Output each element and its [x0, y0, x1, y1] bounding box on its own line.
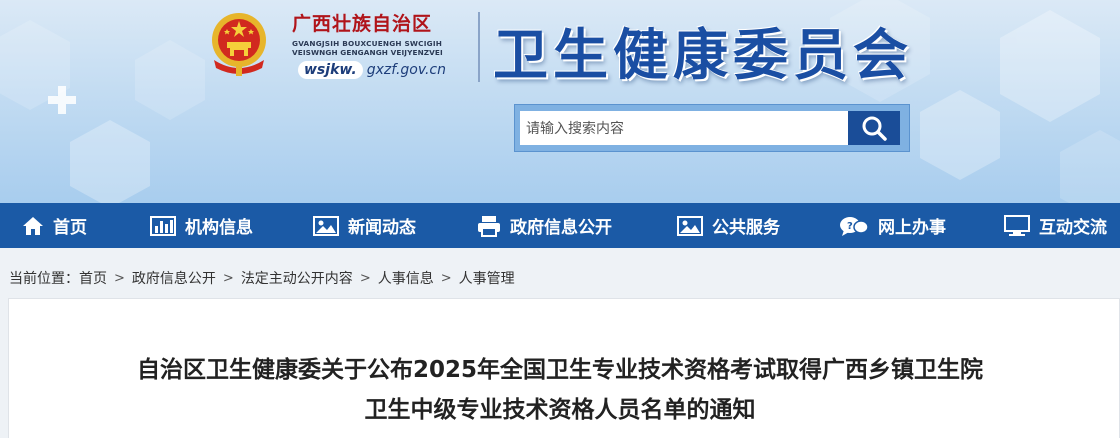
search-icon	[862, 116, 887, 141]
nav-item-online-affairs[interactable]: ? 网上办事	[839, 203, 946, 248]
image-icon	[313, 215, 339, 236]
breadcrumb-item-home[interactable]: 首页	[79, 268, 107, 288]
nav-label: 互动交流	[1039, 218, 1107, 238]
nav-label: 新闻动态	[348, 218, 416, 238]
nav-label: 政府信息公开	[510, 218, 612, 238]
monitor-icon	[1004, 214, 1030, 236]
breadcrumb-separator: >	[440, 270, 452, 286]
breadcrumb-item-personnel-mgmt[interactable]: 人事管理	[459, 268, 515, 288]
region-name-zhuang-line2: VEISWNGH GENGANGH VEIJYENZVEI	[292, 48, 443, 57]
nav-label: 公共服务	[712, 218, 780, 238]
search-button[interactable]	[848, 111, 900, 145]
header-banner: 广西壮族自治区 GVANGJSIH BOUXCUENGH SWCIGIH VEI…	[0, 0, 1120, 203]
article-title-line1: 自治区卫生健康委关于公布2025年全国卫生专业技术资格考试取得广西乡镇卫生院	[136, 357, 983, 383]
breadcrumb-item-gov-info[interactable]: 政府信息公开	[132, 268, 216, 288]
domain-prefix: wsjkw.	[298, 61, 363, 79]
article-title: 自治区卫生健康委关于公布2025年全国卫生专业技术资格考试取得广西乡镇卫生院 卫…	[0, 350, 1120, 430]
nav-item-home[interactable]: 首页	[22, 203, 87, 248]
search-input[interactable]	[520, 111, 850, 145]
breadcrumb-separator: >	[359, 270, 371, 286]
plus-cross-icon	[48, 86, 76, 114]
nav-item-news[interactable]: 新闻动态	[313, 203, 416, 248]
svg-text:?: ?	[847, 221, 853, 232]
bar-chart-icon	[150, 215, 176, 236]
breadcrumb-item-statutory[interactable]: 法定主动公开内容	[241, 268, 353, 288]
nav-item-public-service[interactable]: 公共服务	[677, 203, 780, 248]
page: 广西壮族自治区 GVANGJSIH BOUXCUENGH SWCIGIH VEI…	[0, 0, 1120, 438]
header-divider	[478, 12, 480, 82]
printer-icon	[478, 215, 500, 237]
region-name-zhuang-line1: GVANGJSIH BOUXCUENGH SWCIGIH	[292, 39, 443, 48]
region-name-cn: 广西壮族自治区	[292, 13, 433, 35]
main-nav: 首页 机构信息 新闻动态 政府信息公开 公共服务 ? 网上办事 互动交流	[0, 203, 1120, 248]
chat-bubbles-icon: ?	[840, 216, 869, 236]
nav-label: 网上办事	[878, 218, 946, 238]
breadcrumb: 当前位置： 首页 > 政府信息公开 > 法定主动公开内容 > 人事信息 > 人事…	[9, 268, 515, 288]
site-domain[interactable]: wsjkw. gxzf.gov.cn	[298, 59, 446, 81]
image-icon	[677, 215, 703, 236]
home-icon	[23, 216, 43, 235]
nav-label: 机构信息	[185, 218, 253, 238]
nav-item-gov-info[interactable]: 政府信息公开	[477, 203, 612, 248]
breadcrumb-separator: >	[222, 270, 234, 286]
domain-suffix: gxzf.gov.cn	[366, 62, 447, 78]
breadcrumb-item-personnel-info[interactable]: 人事信息	[378, 268, 434, 288]
breadcrumb-prefix: 当前位置：	[9, 271, 79, 287]
breadcrumb-separator: >	[114, 270, 125, 286]
nav-label: 首页	[53, 218, 87, 238]
article-title-line2: 卫生中级专业技术资格人员名单的通知	[364, 397, 756, 423]
national-emblem-icon	[212, 13, 266, 76]
nav-item-institution[interactable]: 机构信息	[150, 203, 253, 248]
nav-item-interaction[interactable]: 互动交流	[1004, 203, 1107, 248]
department-title: 卫生健康委员会	[493, 23, 914, 87]
